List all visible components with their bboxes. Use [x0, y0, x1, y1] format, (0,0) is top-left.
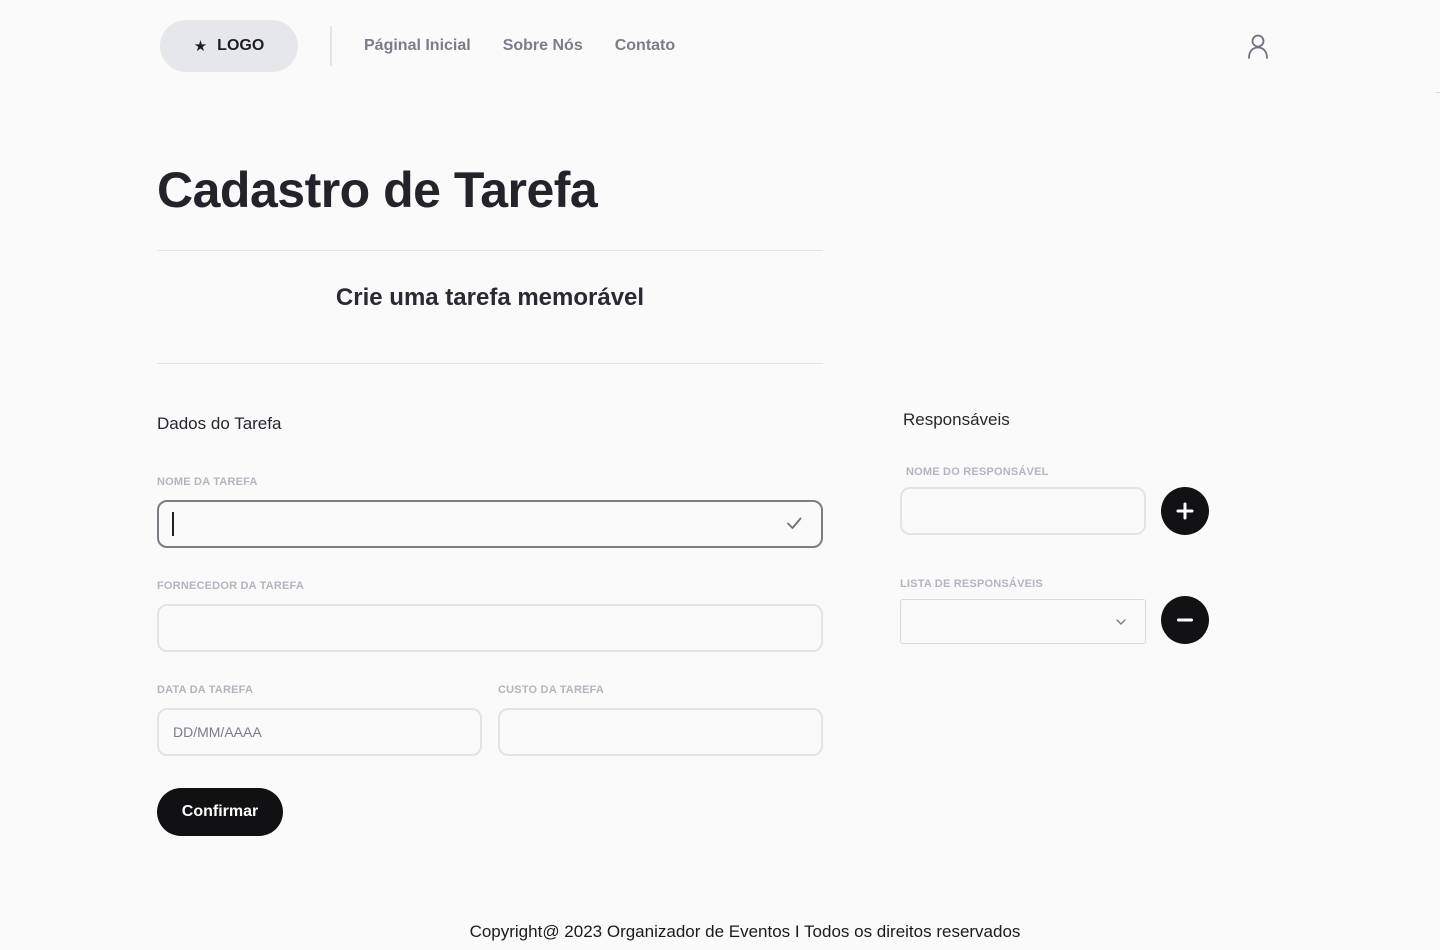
nav-divider	[330, 26, 332, 66]
logo-button[interactable]: ★ LOGO	[160, 20, 298, 72]
star-icon: ★	[193, 37, 208, 55]
task-cost-input[interactable]	[498, 708, 823, 756]
top-navbar: ★ LOGO Páginal Inicial Sobre Nós Contato	[0, 0, 1440, 93]
confirm-button[interactable]: Confirmar	[157, 788, 283, 836]
check-icon	[787, 517, 802, 529]
responsibles-heading: Responsáveis	[903, 410, 1010, 429]
task-supplier-label: FORNECEDOR DA TAREFA	[157, 580, 304, 592]
logo-label: LOGO	[217, 37, 265, 54]
divider-bottom	[157, 363, 823, 364]
plus-icon	[1176, 502, 1194, 520]
main-nav: Páginal Inicial Sobre Nós Contato	[364, 36, 675, 56]
page-subtitle: Crie uma tarefa memorável	[335, 284, 645, 311]
responsible-list-label: LISTA DE RESPONSÁVEIS	[900, 578, 1043, 590]
task-cost-label: CUSTO DA TAREFA	[498, 684, 605, 696]
divider-top	[157, 250, 823, 251]
task-date-label: DATA DA TAREFA	[157, 684, 254, 696]
responsible-name-input[interactable]	[900, 487, 1146, 535]
user-icon[interactable]	[1246, 33, 1270, 59]
task-name-input[interactable]	[157, 500, 823, 548]
nav-link-home[interactable]: Páginal Inicial	[364, 36, 471, 56]
text-cursor	[172, 512, 174, 536]
task-data-heading: Dados do Tarefa	[157, 414, 282, 433]
footer-copyright: Copyright@ 2023 Organizador de Eventos I…	[469, 922, 1021, 941]
nav-link-contact[interactable]: Contato	[615, 36, 675, 56]
responsible-list-select[interactable]	[900, 599, 1146, 644]
remove-responsible-button[interactable]	[1161, 596, 1209, 644]
task-supplier-input[interactable]	[157, 604, 823, 652]
task-date-input[interactable]	[157, 708, 482, 756]
nav-link-about[interactable]: Sobre Nós	[503, 36, 583, 56]
chevron-down-icon	[1116, 619, 1126, 625]
edge-divider	[1436, 92, 1440, 93]
add-responsible-button[interactable]	[1161, 487, 1209, 535]
minus-icon	[1177, 618, 1193, 622]
page-title: Cadastro de Tarefa	[157, 162, 598, 218]
task-name-label: NOME DA TAREFA	[157, 476, 258, 488]
responsible-name-label: NOME DO RESPONSÁVEL	[906, 466, 1049, 478]
